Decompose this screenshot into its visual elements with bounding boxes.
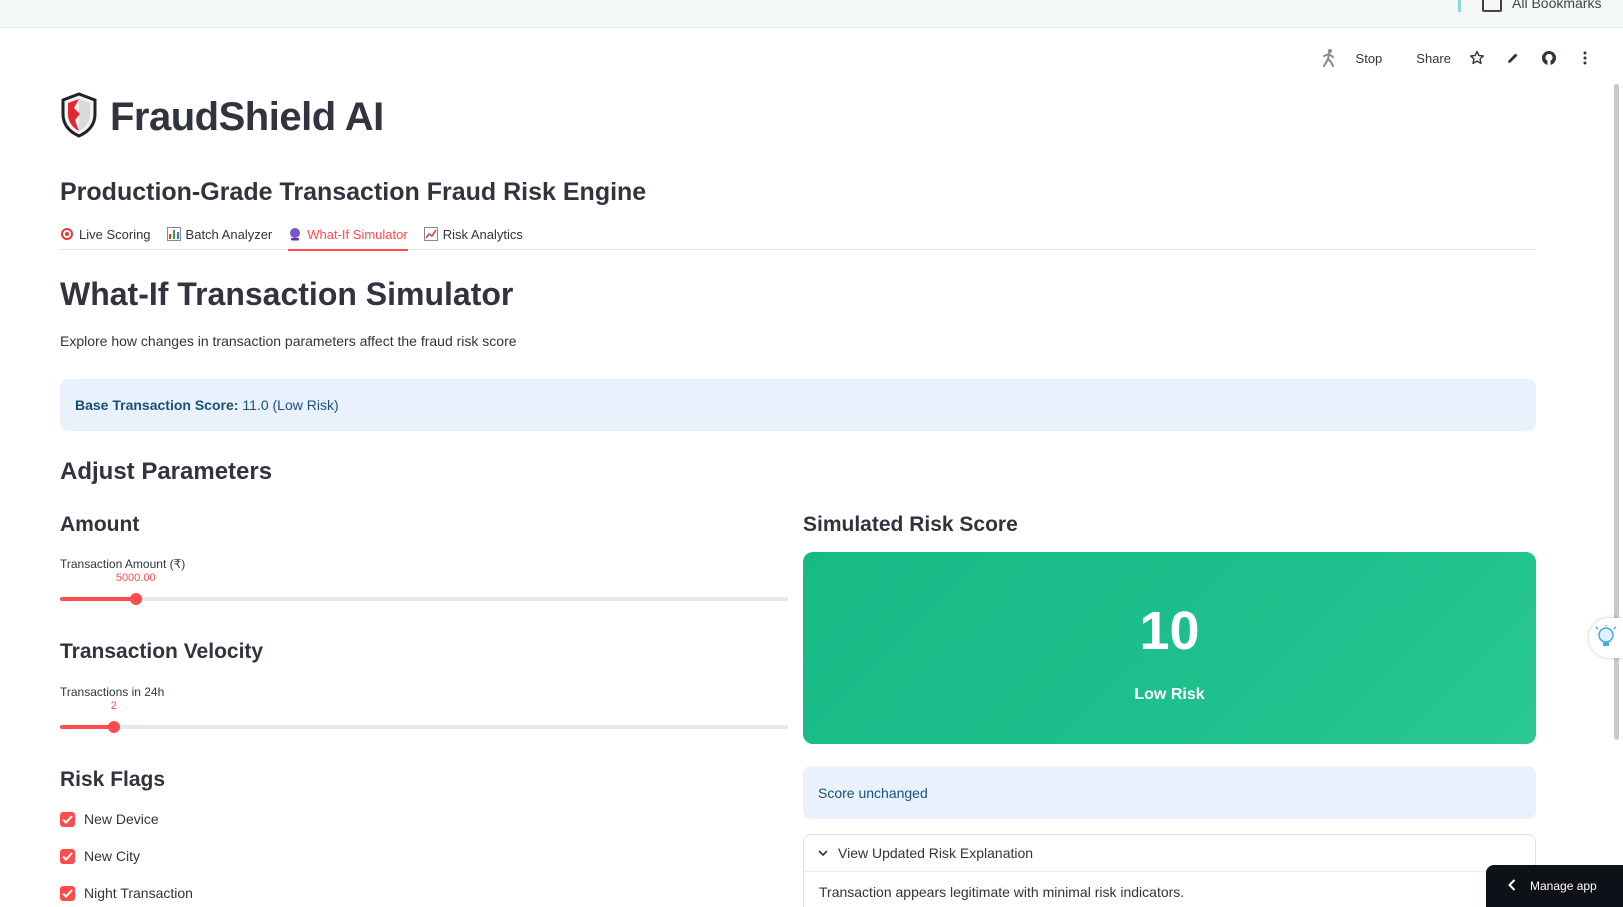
risk-explanation-text: Transaction appears legitimate with mini… (819, 884, 1185, 900)
amount-slider-value: 5000.00 (115, 572, 156, 584)
edit-pencil-icon[interactable] (1503, 48, 1523, 68)
base-score-value: 11.0 (Low Risk) (242, 397, 339, 413)
risk-score-card: 10 Low Risk (803, 552, 1536, 744)
risk-score-value: 10 (1139, 601, 1200, 661)
amount-heading: Amount (60, 513, 140, 536)
slider-track (60, 725, 788, 729)
tab-label: What-If Simulator (307, 226, 408, 242)
new-city-checkbox[interactable]: New City (60, 848, 140, 864)
checkbox-label: Night Transaction (84, 885, 193, 901)
app-title: FraudShield AI (110, 94, 384, 139)
github-icon[interactable] (1539, 48, 1559, 68)
chevron-left-icon (1508, 878, 1516, 894)
tab-label: Risk Analytics (442, 226, 523, 242)
running-man-icon (1318, 48, 1338, 68)
slider-fill (60, 725, 114, 729)
crystal-ball-icon (288, 227, 302, 241)
bar-chart-icon (166, 227, 181, 241)
risk-explanation-expander: View Updated Risk Explanation Transactio… (803, 834, 1536, 907)
app-subtitle: Production-Grade Transaction Fraud Risk … (60, 178, 647, 206)
tab-what-if-simulator[interactable]: What-If Simulator (288, 218, 409, 251)
score-change-text: Score unchanged (818, 784, 928, 801)
slider-thumb[interactable] (107, 721, 120, 733)
tab-label: Batch Analyzer (185, 226, 273, 242)
velocity-slider[interactable]: 2 (60, 700, 788, 736)
expander-body: Transaction appears legitimate with mini… (804, 871, 1535, 907)
base-score-label: Base Transaction Score: (75, 397, 239, 413)
manage-app-button[interactable]: Manage app (1486, 865, 1623, 907)
stop-button[interactable]: Stop (1356, 51, 1383, 66)
slider-thumb[interactable] (129, 593, 142, 605)
risk-level-label: Low Risk (1134, 686, 1205, 703)
target-icon (60, 227, 74, 241)
main-content: FraudShield AI Production-Grade Transact… (60, 84, 1536, 251)
tab-live-scoring[interactable]: Live Scoring (60, 218, 151, 250)
base-score-info: Base Transaction Score: 11.0 (Low Risk) (60, 379, 1536, 431)
simulated-score-heading: Simulated Risk Score (803, 513, 1018, 536)
shield-icon (60, 91, 98, 143)
chevron-down-icon (818, 849, 828, 857)
all-bookmarks-link[interactable]: All Bookmarks (1512, 0, 1601, 11)
expander-label: View Updated Risk Explanation (838, 845, 1034, 861)
share-button[interactable]: Share (1416, 51, 1451, 66)
lightbulb-icon[interactable] (1589, 618, 1623, 658)
risk-flags-heading: Risk Flags (60, 768, 166, 791)
checkbox-label: New Device (84, 811, 159, 827)
tab-risk-analytics[interactable]: Risk Analytics (423, 218, 523, 250)
velocity-slider-label: Transactions in 24h (60, 685, 165, 699)
simulator-title: What-If Transaction Simulator (60, 276, 514, 312)
night-transaction-checkbox[interactable]: Night Transaction (60, 885, 193, 901)
checkbox-label: New City (84, 848, 141, 864)
slider-track (60, 597, 788, 601)
trend-chart-icon (423, 227, 438, 241)
checkbox-checked-icon[interactable] (60, 811, 75, 827)
amount-slider[interactable]: 5000.00 (60, 572, 788, 608)
tab-batch-analyzer[interactable]: Batch Analyzer (166, 218, 273, 250)
browser-bookmarks-bar: All Bookmarks (0, 0, 1623, 28)
star-icon[interactable] (1467, 48, 1487, 68)
folder-icon[interactable] (1482, 0, 1502, 12)
tab-bar: Live Scoring Batch Analyzer What-If Simu… (60, 218, 1536, 251)
checkbox-checked-icon[interactable] (60, 885, 75, 901)
score-change-info: Score unchanged (803, 766, 1536, 819)
bookmarks-separator (1458, 0, 1461, 12)
velocity-heading: Transaction Velocity (60, 640, 264, 663)
simulator-description: Explore how changes in transaction param… (60, 333, 517, 349)
slider-fill (60, 597, 136, 601)
new-device-checkbox[interactable]: New Device (60, 811, 159, 827)
amount-slider-label: Transaction Amount (₹) (60, 557, 186, 571)
velocity-slider-value: 2 (110, 700, 117, 712)
checkbox-checked-icon[interactable] (60, 848, 75, 864)
manage-app-label: Manage app (1530, 879, 1597, 893)
more-options-icon[interactable] (1575, 48, 1595, 68)
adjust-parameters-heading: Adjust Parameters (60, 458, 273, 485)
app-toolbar: Stop Share (1302, 44, 1595, 72)
app-header: FraudShield AI (60, 84, 1536, 150)
tab-label: Live Scoring (79, 226, 151, 242)
expander-header[interactable]: View Updated Risk Explanation (804, 835, 1535, 871)
